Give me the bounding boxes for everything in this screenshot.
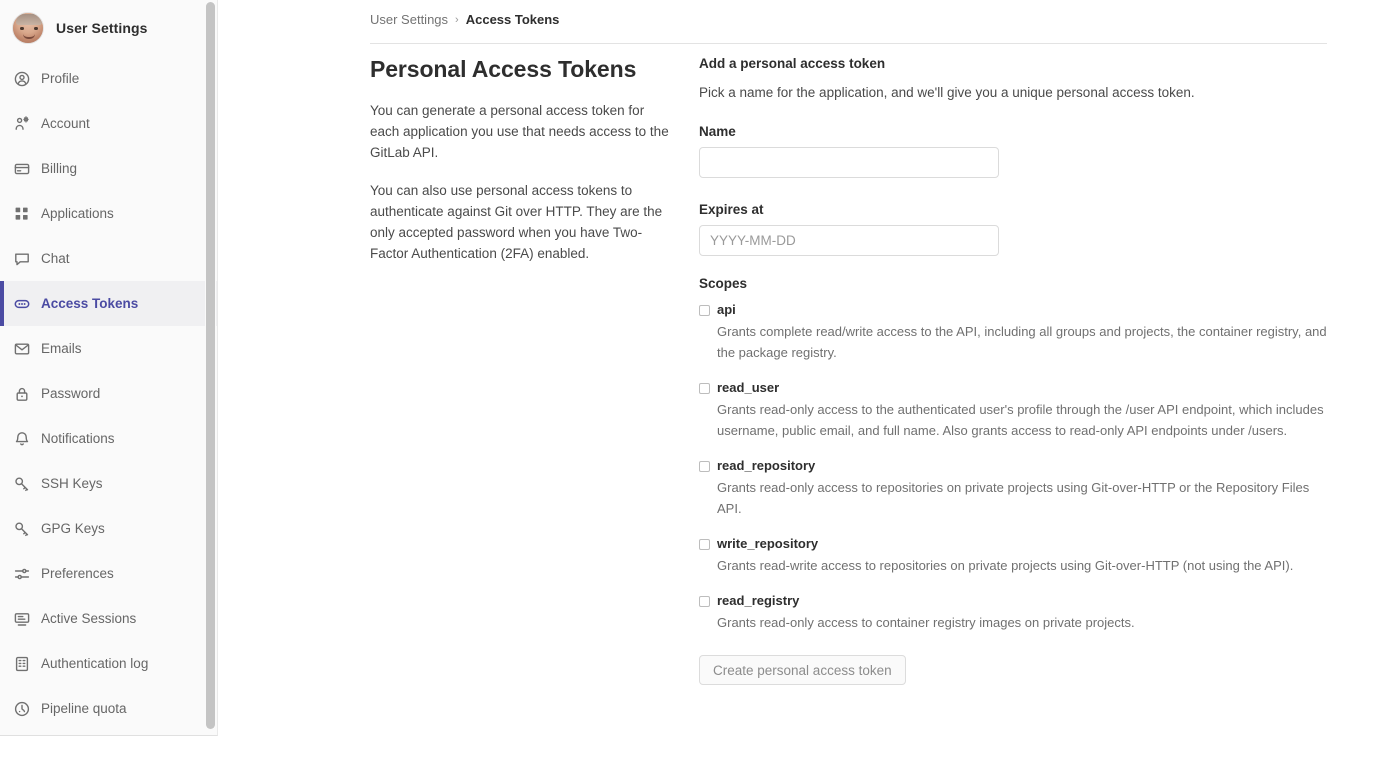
- scope-checkbox-api[interactable]: [699, 305, 710, 316]
- sidebar-item-preferences[interactable]: Preferences: [0, 551, 217, 596]
- sidebar-item-ssh-keys[interactable]: SSH Keys: [0, 461, 217, 506]
- sidebar-scrollbar-thumb[interactable]: [206, 2, 215, 729]
- sidebar-item-billing[interactable]: Billing: [0, 146, 217, 191]
- scope-description: Grants read-only access to repositories …: [717, 480, 1310, 516]
- page-title: Personal Access Tokens: [370, 56, 637, 82]
- avatar-eyes: [20, 27, 38, 30]
- sidebar-item-pipeline-quota[interactable]: Pipeline quota: [0, 686, 217, 731]
- ssh-keys-icon: [13, 475, 30, 492]
- sidebar-item-password[interactable]: Password: [0, 371, 217, 416]
- scope-checkbox-read_registry[interactable]: [699, 596, 710, 607]
- preferences-icon: [13, 565, 30, 582]
- scope-name[interactable]: read_registry: [717, 593, 1329, 609]
- sidebar-item-label: Notifications: [41, 431, 115, 446]
- account-icon: [13, 115, 30, 132]
- sidebar: User Settings Profile Account Billing Appli…: [0, 0, 218, 736]
- access-tokens-icon: [13, 295, 30, 312]
- sidebar-item-label: Pipeline quota: [41, 701, 127, 716]
- scope-name[interactable]: api: [717, 302, 1329, 318]
- active-sessions-icon: [13, 610, 30, 627]
- sidebar-item-gpg-keys[interactable]: GPG Keys: [0, 506, 217, 551]
- sidebar-item-label: Chat: [41, 251, 70, 266]
- pipeline-quota-icon: [13, 700, 30, 717]
- password-icon: [13, 385, 30, 402]
- sidebar-item-active-sessions[interactable]: Active Sessions: [0, 596, 217, 641]
- emails-icon: [13, 340, 30, 357]
- expires-at-label: Expires at: [699, 202, 764, 217]
- sidebar-inner: User Settings Profile Account Billing Appli…: [0, 0, 217, 731]
- sidebar-item-chat[interactable]: Chat: [0, 236, 217, 281]
- name-label: Name: [699, 124, 736, 139]
- create-personal-access-token-button[interactable]: Create personal access token: [699, 655, 906, 685]
- scope-name[interactable]: write_repository: [717, 536, 1329, 552]
- avatar[interactable]: [12, 12, 44, 44]
- intro-paragraph-2: You can also use personal access tokens …: [370, 183, 663, 261]
- sidebar-item-label: Profile: [41, 71, 80, 86]
- notifications-icon: [13, 430, 30, 447]
- gpg-keys-icon: [13, 520, 30, 537]
- sidebar-item-label: Account: [41, 116, 90, 131]
- scope-row: read_repository Grants read-only access t…: [699, 458, 1329, 519]
- breadcrumb-current: Access Tokens: [465, 12, 560, 27]
- scopes-list: api Grants complete read/write access to …: [699, 302, 1329, 633]
- page-root: User Settings Profile Account Billing Appli…: [0, 0, 1395, 759]
- avatar-hair: [16, 14, 42, 25]
- expires-at-input[interactable]: [699, 225, 999, 256]
- scope-name[interactable]: read_user: [717, 380, 1329, 396]
- breadcrumb-parent-link[interactable]: User Settings: [370, 12, 448, 27]
- scope-checkbox-read_user[interactable]: [699, 383, 710, 394]
- sidebar-title: User Settings: [56, 20, 148, 36]
- scopes-label: Scopes: [699, 276, 748, 291]
- form-subheading: Pick a name for the application, and we'…: [699, 85, 1195, 100]
- sidebar-item-access-tokens[interactable]: Access Tokens: [0, 281, 217, 326]
- form-heading: Add a personal access token: [699, 56, 886, 71]
- scope-row: write_repository Grants read-write access…: [699, 536, 1329, 576]
- scope-description: Grants read-only access to the authentic…: [717, 402, 1324, 438]
- sidebar-item-profile[interactable]: Profile: [0, 56, 217, 101]
- sidebar-item-label: Applications: [41, 206, 114, 221]
- scope-checkbox-read_repository[interactable]: [699, 461, 710, 472]
- scope-checkbox-write_repository[interactable]: [699, 539, 710, 550]
- sidebar-item-account[interactable]: Account: [0, 101, 217, 146]
- scope-description: Grants read-write access to repositories…: [717, 558, 1294, 573]
- profile-icon: [13, 70, 30, 87]
- breadcrumb: User Settings › Access Tokens: [370, 12, 559, 27]
- sidebar-item-authentication-log[interactable]: Authentication log: [0, 641, 217, 686]
- sidebar-item-label: Billing: [41, 161, 78, 176]
- sidebar-item-label: GPG Keys: [41, 521, 105, 536]
- scope-description: Grants read-only access to container reg…: [717, 615, 1135, 630]
- sidebar-item-emails[interactable]: Emails: [0, 326, 217, 371]
- sidebar-item-label: Password: [41, 386, 101, 401]
- intro-paragraph-1: You can generate a personal access token…: [370, 103, 669, 160]
- intro-column: Personal Access Tokens You can generate …: [370, 56, 670, 264]
- billing-icon: [13, 160, 30, 177]
- sidebar-header: User Settings: [0, 0, 217, 56]
- token-name-input[interactable]: [699, 147, 999, 178]
- sidebar-item-label: Preferences: [41, 566, 114, 581]
- scope-name[interactable]: read_repository: [717, 458, 1329, 474]
- token-form-column: Add a personal access token Pick a name …: [699, 56, 1329, 685]
- sidebar-item-notifications[interactable]: Notifications: [0, 416, 217, 461]
- applications-icon: [13, 205, 30, 222]
- sidebar-item-label: Active Sessions: [41, 611, 137, 626]
- scope-row: read_registry Grants read-only access to …: [699, 593, 1329, 633]
- breadcrumb-separator-icon: ›: [455, 13, 459, 26]
- main-content: User Settings › Access Tokens Personal A…: [218, 0, 1395, 759]
- sidebar-nav: Profile Account Billing Applications Chat Acc…: [0, 56, 217, 731]
- header-divider: [370, 43, 1327, 44]
- sidebar-item-applications[interactable]: Applications: [0, 191, 217, 236]
- scope-description: Grants complete read/write access to the…: [717, 324, 1327, 360]
- chat-icon: [13, 250, 30, 267]
- scope-row: read_user Grants read-only access to the …: [699, 380, 1329, 441]
- sidebar-item-label: Emails: [41, 341, 82, 356]
- sidebar-item-label: SSH Keys: [41, 476, 103, 491]
- authentication-log-icon: [13, 655, 30, 672]
- scope-row: api Grants complete read/write access to …: [699, 302, 1329, 363]
- sidebar-item-label: Authentication log: [41, 656, 149, 671]
- sidebar-item-label: Access Tokens: [41, 296, 139, 311]
